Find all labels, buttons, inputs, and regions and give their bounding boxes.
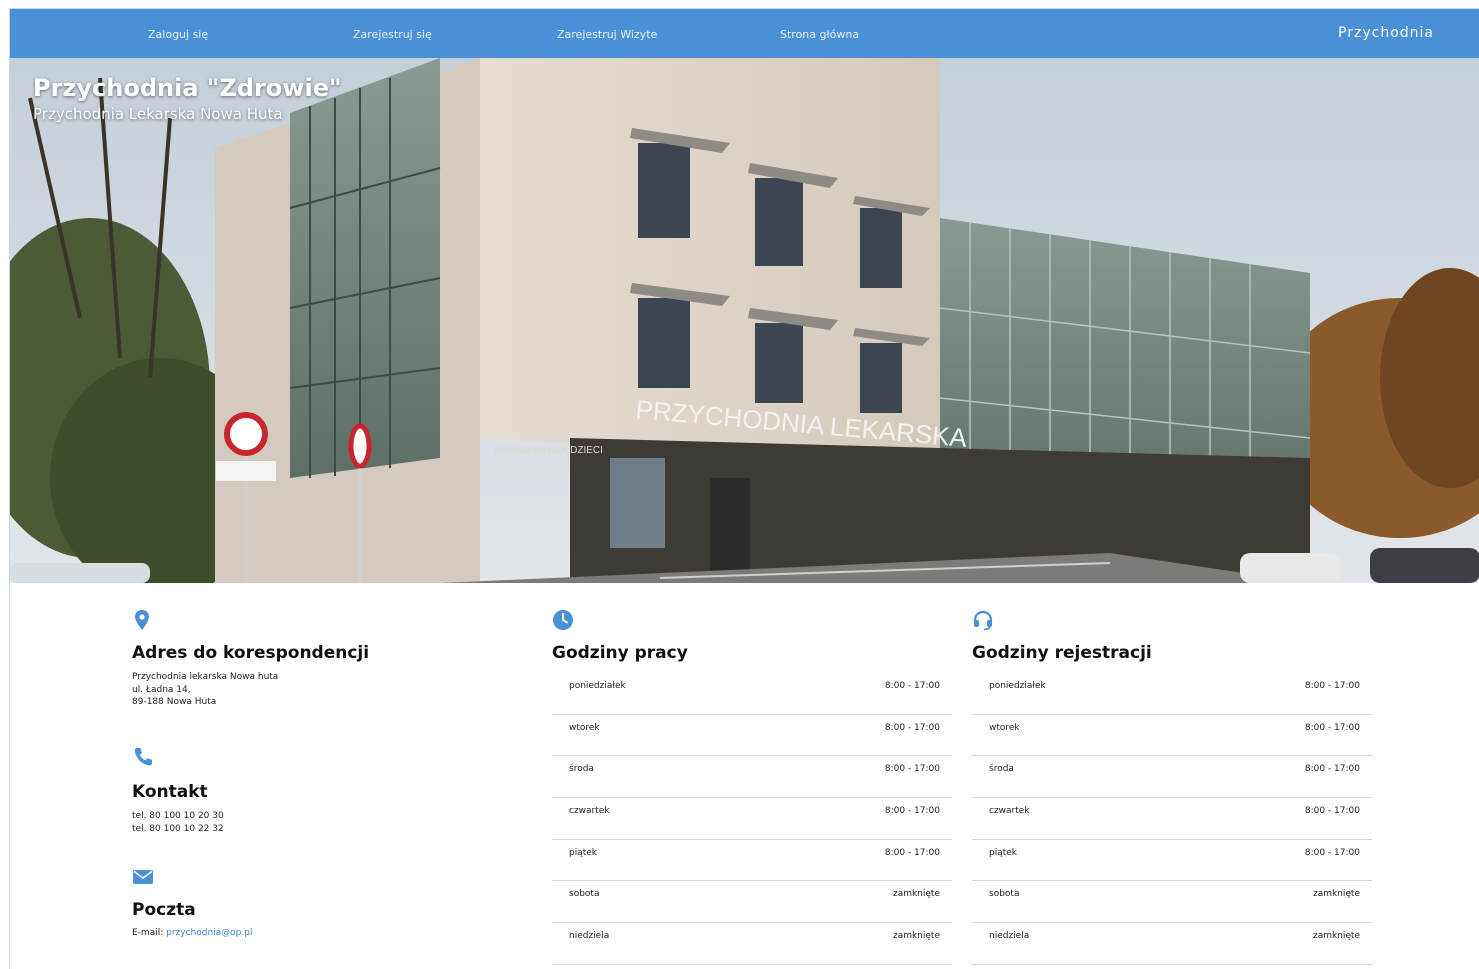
table-row: wtorek 8:00 - 17:00 xyxy=(972,715,1372,757)
time-value: 8:00 - 17:00 xyxy=(1304,764,1360,775)
time-value: zamknięte xyxy=(1312,931,1360,942)
time-value: 8:00 - 17:00 xyxy=(884,764,940,775)
registration-hours-heading: Godziny rejestracji xyxy=(972,643,1152,663)
time-value: 8:00 - 17:00 xyxy=(1304,847,1360,858)
hero-title: Przychodnia "Zdrowie" xyxy=(33,74,342,102)
table-row: niedziela zamknięte xyxy=(552,923,952,965)
phone-icon xyxy=(132,746,154,768)
table-row: sobota zamknięte xyxy=(972,881,1372,924)
headset-icon xyxy=(972,609,994,631)
table-row: poniedziałek 8:00 - 17:00 xyxy=(972,673,1372,715)
table-row: sobota zamknięte xyxy=(552,881,952,924)
table-row: czwartek 8:00 - 17:00 xyxy=(552,798,952,840)
work-hours-heading: Godziny pracy xyxy=(552,643,688,663)
day-label: niedziela xyxy=(569,931,610,942)
email-link[interactable]: przychodnia@op.pl xyxy=(166,928,252,938)
contact-phone-1: tel. 80 100 10 20 30 xyxy=(132,811,224,821)
time-value: zamknięte xyxy=(1312,889,1360,900)
hero-subtitle: Przychodnia Lekarska Nowa Huta xyxy=(33,105,283,123)
map-marker-icon xyxy=(131,609,153,631)
day-label: piątek xyxy=(989,847,1018,858)
nav-home-link[interactable]: Strona główna xyxy=(780,28,859,41)
table-row: środa 8:00 - 17:00 xyxy=(552,756,952,799)
envelope-icon xyxy=(132,866,154,888)
address-line-1: Przychodnia lekarska Nowa huta xyxy=(132,672,279,682)
day-label: wtorek xyxy=(569,722,600,733)
day-label: czwartek xyxy=(989,806,1030,817)
registration-hours-table: poniedziałek 8:00 - 17:00 wtorek 8:00 - 17… xyxy=(972,673,1372,965)
day-label: niedziela xyxy=(989,931,1030,942)
time-value: 8:00 - 17:00 xyxy=(1304,806,1360,817)
day-label: sobota xyxy=(989,889,1020,900)
nav-register-visit-link[interactable]: Zarejestruj Wizyte xyxy=(557,28,657,41)
time-value: 8:00 - 17:00 xyxy=(1304,681,1360,691)
time-value: 8:00 - 17:00 xyxy=(884,806,940,817)
table-row: niedziela zamknięte xyxy=(972,923,1372,965)
address-heading: Adres do korespondencji xyxy=(132,643,370,663)
day-label: wtorek xyxy=(989,722,1020,733)
table-row: poniedziałek 8:00 - 17:00 xyxy=(552,673,952,715)
brand-link[interactable]: Przychodnia xyxy=(1338,25,1434,41)
table-row: piątek 8:00 - 17:00 xyxy=(972,840,1372,882)
mail-heading: Poczta xyxy=(132,900,196,920)
table-row: czwartek 8:00 - 17:00 xyxy=(972,798,1372,840)
clock-icon xyxy=(552,609,574,631)
time-value: 8:00 - 17:00 xyxy=(884,847,940,858)
time-value: zamknięte xyxy=(892,931,940,942)
day-label: sobota xyxy=(569,889,600,900)
work-hours-table: poniedziałek 8:00 - 17:00 wtorek 8:00 - 17… xyxy=(552,673,952,965)
mail-line: E-mail: przychodnia@op.pl xyxy=(132,927,252,940)
day-label: poniedziałek xyxy=(989,681,1046,691)
time-value: 8:00 - 17:00 xyxy=(884,681,940,691)
time-value: 8:00 - 17:00 xyxy=(1304,722,1360,733)
time-value: 8:00 - 17:00 xyxy=(884,722,940,733)
address-line-2: ul. Ładna 14, xyxy=(132,684,191,695)
mail-label: E-mail: xyxy=(132,928,164,938)
time-value: zamknięte xyxy=(892,889,940,900)
contact-phone-2: tel. 80 100 10 22 32 xyxy=(132,823,224,834)
nav-login-link[interactable]: Zaloguj się xyxy=(148,28,208,41)
table-row: wtorek 8:00 - 17:00 xyxy=(552,715,952,757)
day-label: piątek xyxy=(569,847,598,858)
kids-clinic-sign-text: PORADNIA DLA DZIECI xyxy=(494,445,603,456)
address-line-3: 89-188 Nowa Huta xyxy=(132,697,217,707)
day-label: środa xyxy=(569,764,594,775)
day-label: środa xyxy=(989,764,1014,775)
table-row: piątek 8:00 - 17:00 xyxy=(552,840,952,882)
table-row: środa 8:00 - 17:00 xyxy=(972,756,1372,799)
clinic-building-image: PRZYCHODNIA LEKARSKA PORADNIA DLA DZIECI xyxy=(10,58,1479,583)
day-label: poniedziałek xyxy=(569,681,626,691)
day-label: czwartek xyxy=(569,806,610,817)
hero-banner: PRZYCHODNIA LEKARSKA PORADNIA DLA DZIECI… xyxy=(10,58,1479,583)
nav-register-link[interactable]: Zarejestruj się xyxy=(353,28,432,41)
top-navbar: Zaloguj się Zarejestruj się Zarejestruj … xyxy=(10,9,1479,58)
contact-heading: Kontakt xyxy=(132,782,208,802)
page-frame: Zaloguj się Zarejestruj się Zarejestruj … xyxy=(9,8,1479,969)
